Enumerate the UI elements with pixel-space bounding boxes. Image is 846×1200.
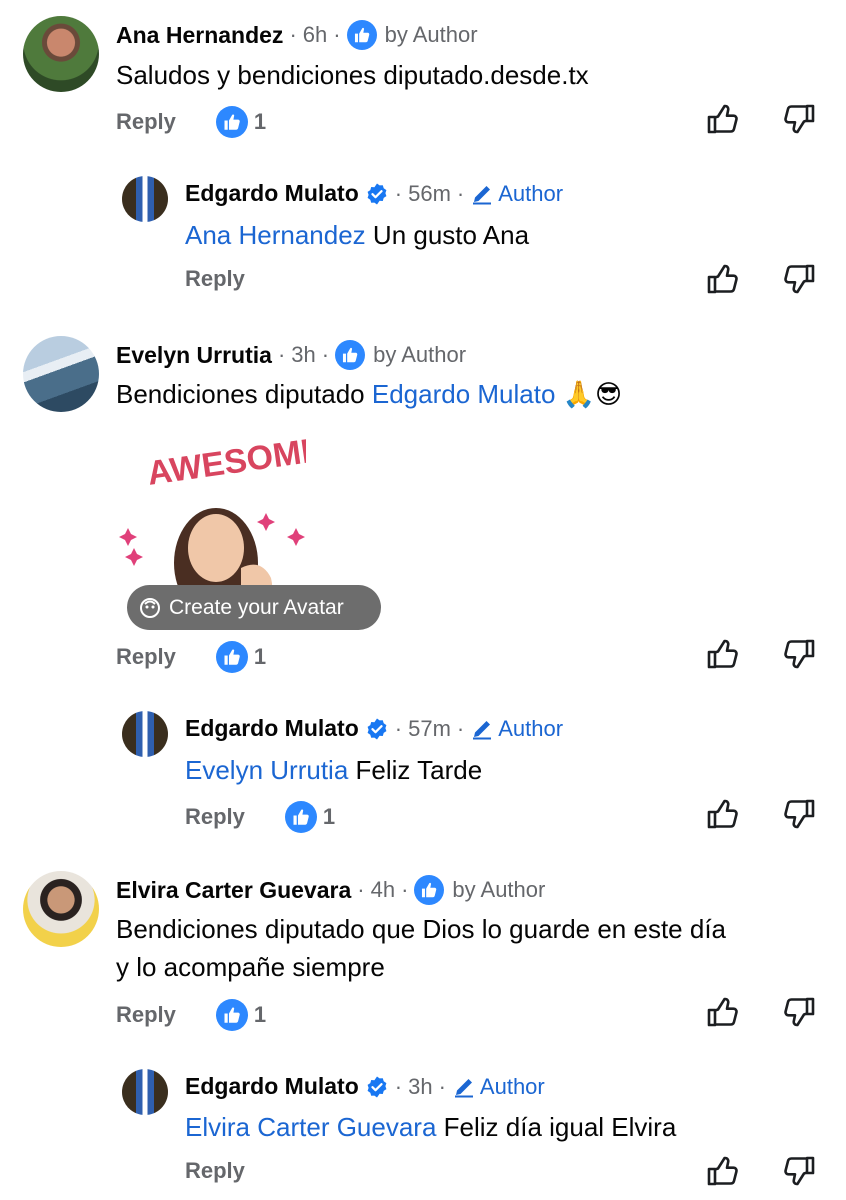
comment-body: Un gusto Ana: [365, 220, 530, 250]
comment-text: Elvira Carter Guevara Feliz día igual El…: [185, 1108, 676, 1146]
thumbs-up-icon[interactable]: [706, 995, 740, 1029]
author-label: Author: [498, 180, 564, 206]
verified-icon: [365, 1075, 389, 1099]
timestamp[interactable]: 4h: [371, 877, 395, 903]
comment-line: y lo acompañe siempre: [116, 952, 385, 982]
avatar[interactable]: [23, 871, 99, 947]
mention-link[interactable]: Elvira Carter Guevara: [185, 1112, 436, 1142]
reply-button[interactable]: Reply: [116, 1002, 176, 1028]
like-badge-icon: [216, 641, 248, 673]
like-count[interactable]: 1: [285, 801, 335, 833]
comment-text: Bendiciones diputado Edgardo Mulato 🙏😎: [116, 375, 622, 413]
separator-dot: ·: [401, 877, 409, 902]
like-badge-icon: [285, 801, 317, 833]
separator-dot: ·: [357, 877, 365, 902]
thumbs-up-icon[interactable]: [706, 797, 740, 831]
mention-link[interactable]: Ana Hernandez: [185, 220, 366, 250]
like-badge-icon: [335, 340, 365, 370]
like-count-value: 1: [253, 1002, 267, 1027]
create-avatar-label: Create your Avatar: [169, 595, 344, 619]
like-count-value: 1: [253, 109, 267, 134]
reply-button[interactable]: Reply: [185, 1158, 245, 1184]
timestamp[interactable]: 56m: [408, 181, 451, 207]
author-badge: Author: [452, 1074, 545, 1100]
author-name[interactable]: Ana Hernandez: [116, 22, 283, 49]
comment-text: Evelyn Urrutia Feliz Tarde: [185, 751, 482, 789]
sticker-text: AWESOME!: [145, 429, 306, 493]
reply-button[interactable]: Reply: [185, 804, 245, 830]
liked-by-author-label: by Author: [452, 877, 546, 902]
thumbs-down-icon[interactable]: [782, 262, 816, 296]
reply-button[interactable]: Reply: [185, 266, 245, 292]
comment-body: Feliz Tarde: [348, 755, 483, 785]
thumbs-up-icon[interactable]: [706, 102, 740, 136]
author-badge: Author: [470, 181, 563, 207]
avatar[interactable]: [122, 176, 168, 222]
author-name[interactable]: Edgardo Mulato: [185, 180, 359, 207]
timestamp[interactable]: 57m: [408, 716, 451, 742]
separator-dot: ·: [394, 715, 403, 741]
thumbs-down-icon[interactable]: [782, 1154, 816, 1188]
like-badge-icon: [347, 20, 377, 50]
like-count-value: 1: [322, 804, 336, 829]
author-name[interactable]: Evelyn Urrutia: [116, 342, 272, 369]
like-badge-icon: [414, 875, 444, 905]
comment-body: Feliz día igual Elvira: [436, 1112, 677, 1142]
separator-dot: ·: [289, 22, 297, 47]
pencil-icon: [452, 1075, 476, 1099]
mention-link[interactable]: Evelyn Urrutia: [185, 755, 348, 785]
comment-body: Bendiciones diputado: [116, 379, 372, 409]
liked-by-author-label: by Author: [384, 22, 478, 47]
create-avatar-button[interactable]: Create your Avatar: [127, 585, 381, 630]
timestamp[interactable]: 3h: [408, 1074, 432, 1100]
reply-button[interactable]: Reply: [116, 109, 176, 135]
avatar-face-icon: [140, 597, 160, 618]
thumbs-down-icon[interactable]: [782, 637, 816, 671]
comment-line: Bendiciones diputado que Dios lo guarde …: [116, 914, 726, 944]
comment-text: Ana Hernandez Un gusto Ana: [185, 216, 529, 254]
thumbs-up-icon[interactable]: [706, 637, 740, 671]
emoji: 🙏😎: [555, 379, 623, 409]
separator-dot: ·: [394, 180, 403, 206]
like-count[interactable]: 1: [216, 106, 266, 138]
separator-dot: ·: [333, 22, 341, 47]
avatar[interactable]: [122, 1069, 168, 1115]
thumbs-down-icon[interactable]: [782, 995, 816, 1029]
timestamp[interactable]: 6h: [303, 22, 327, 48]
verified-icon: [365, 717, 389, 741]
thumbs-down-icon[interactable]: [782, 102, 816, 136]
author-badge: Author: [470, 716, 563, 742]
thumbs-down-icon[interactable]: [782, 797, 816, 831]
timestamp[interactable]: 3h: [291, 342, 315, 368]
mention-link[interactable]: Edgardo Mulato: [372, 379, 556, 409]
separator-dot: ·: [456, 715, 465, 741]
like-badge-icon: [216, 999, 248, 1031]
avatar[interactable]: [23, 16, 99, 92]
thumbs-up-icon[interactable]: [706, 1154, 740, 1188]
author-name[interactable]: Elvira Carter Guevara: [116, 877, 351, 904]
comment-text: Saludos y bendiciones diputado.desde.tx: [116, 60, 589, 90]
thumbs-up-icon[interactable]: [706, 262, 740, 296]
pencil-icon: [470, 182, 494, 206]
liked-by-author-label: by Author: [373, 342, 467, 367]
author-label: Author: [498, 715, 564, 741]
like-badge-icon: [216, 106, 248, 138]
author-name[interactable]: Edgardo Mulato: [185, 1073, 359, 1100]
separator-dot: ·: [456, 180, 465, 206]
author-name[interactable]: Edgardo Mulato: [185, 715, 359, 742]
reply-button[interactable]: Reply: [116, 644, 176, 670]
author-label: Author: [479, 1073, 545, 1099]
comment-text: Bendiciones diputado que Dios lo guarde …: [116, 910, 726, 986]
separator-dot: ·: [321, 342, 330, 367]
pencil-icon: [470, 717, 494, 741]
like-count[interactable]: 1: [216, 641, 266, 673]
separator-dot: ·: [394, 1073, 403, 1099]
like-count[interactable]: 1: [216, 999, 266, 1031]
avatar[interactable]: [23, 336, 99, 412]
verified-icon: [365, 182, 389, 206]
like-count-value: 1: [253, 644, 267, 669]
separator-dot: ·: [277, 342, 286, 367]
avatar[interactable]: [122, 711, 168, 757]
separator-dot: ·: [438, 1073, 446, 1099]
